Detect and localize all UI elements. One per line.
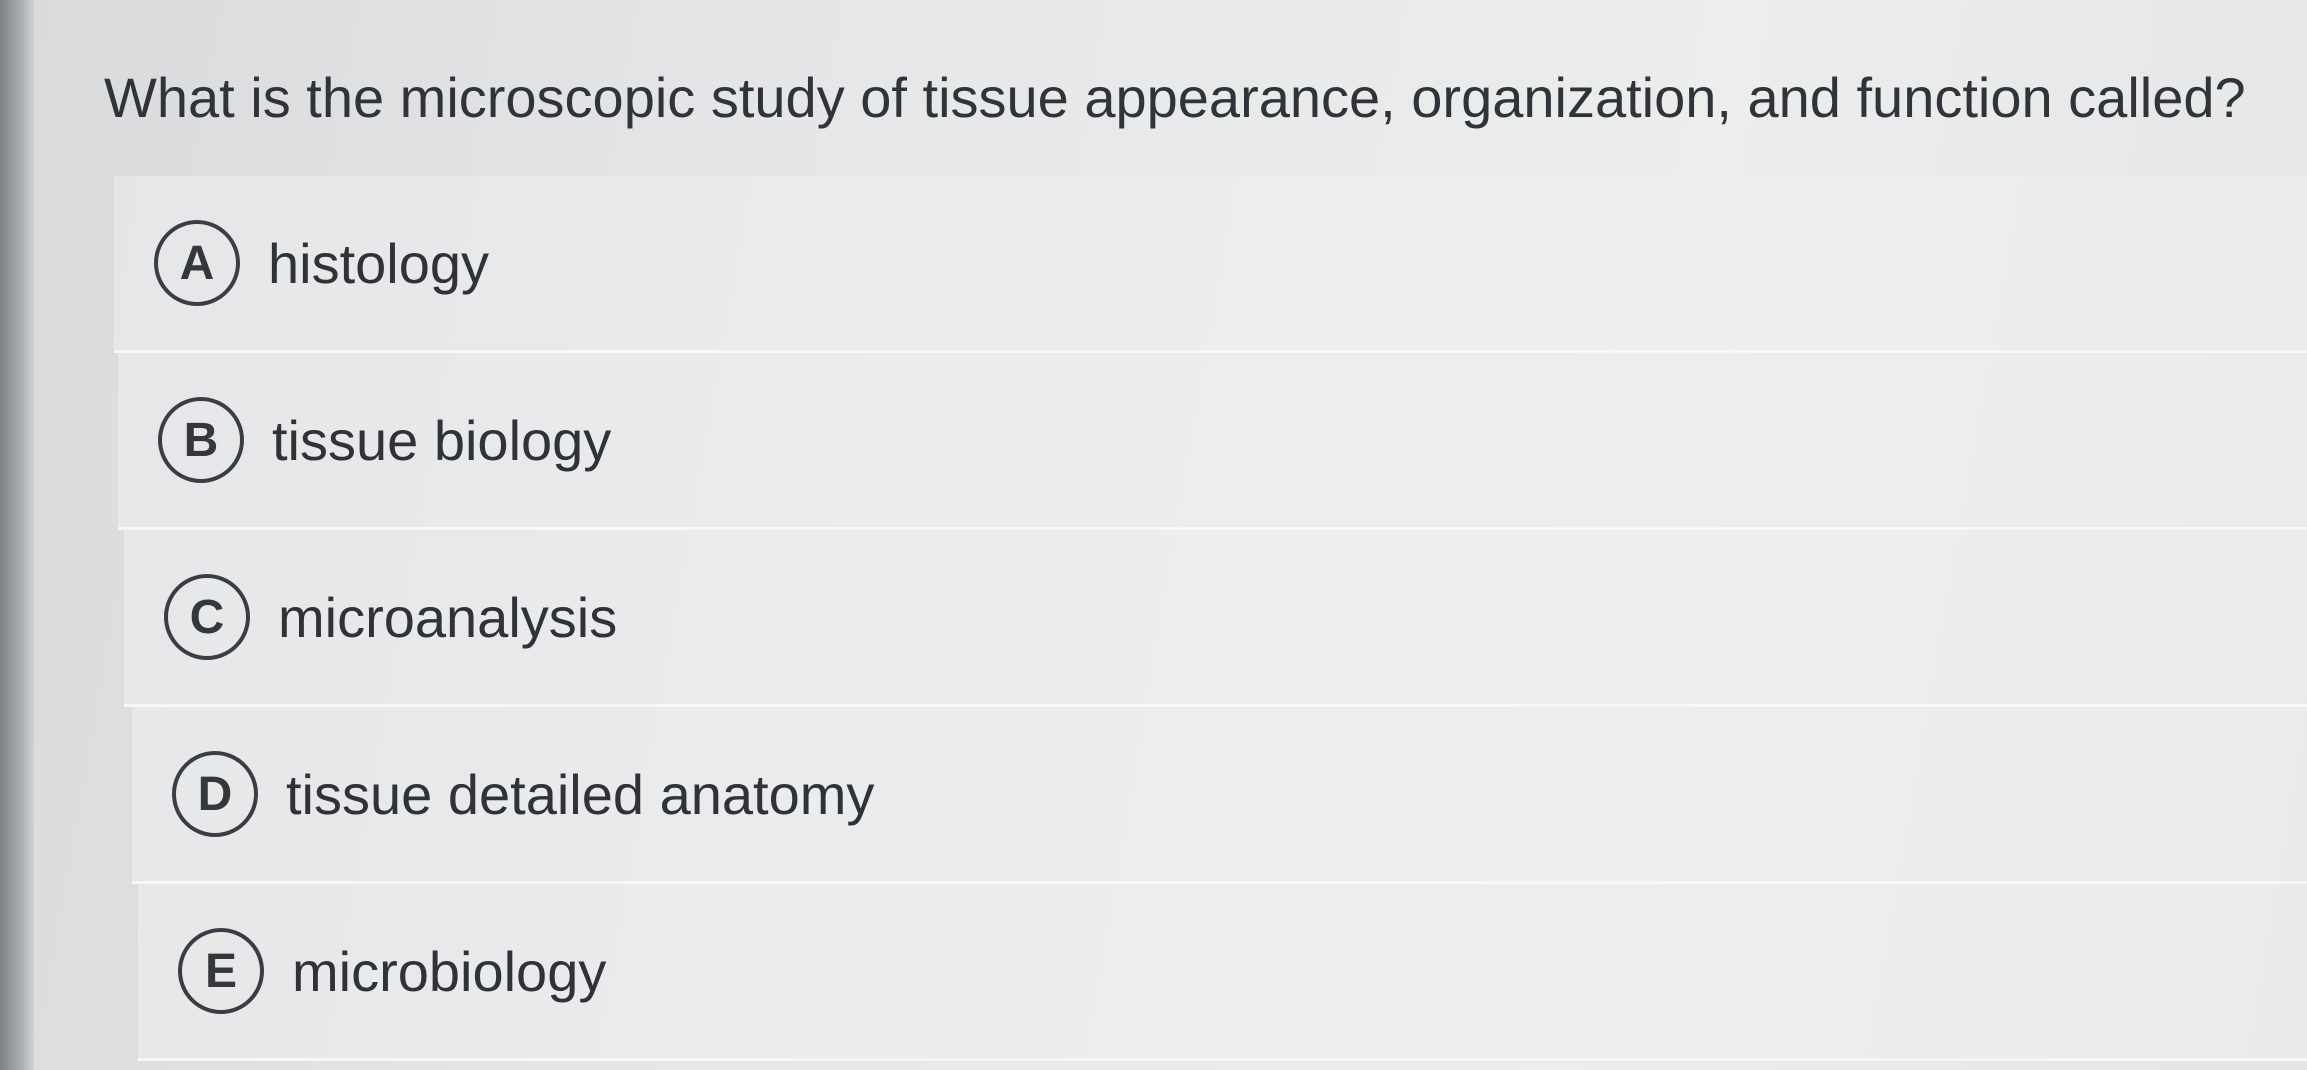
option-letter-badge: D [172, 751, 258, 837]
option-d[interactable]: D tissue detailed anatomy [132, 707, 2307, 884]
option-letter-badge: B [158, 397, 244, 483]
option-label: histology [268, 231, 490, 295]
screen-left-edge [0, 0, 34, 1070]
option-c[interactable]: C microanalysis [124, 530, 2307, 707]
option-letter-badge: A [154, 220, 240, 306]
option-label: microbiology [292, 939, 607, 1003]
answer-options-list: A histology B tissue biology C microanal… [114, 176, 2307, 1061]
option-b[interactable]: B tissue biology [118, 353, 2307, 530]
option-label: tissue detailed anatomy [286, 762, 875, 826]
option-label: microanalysis [278, 585, 618, 649]
option-e[interactable]: E microbiology [138, 884, 2307, 1061]
option-a[interactable]: A histology [114, 176, 2307, 353]
question-text: What is the microscopic study of tissue … [104, 66, 2246, 129]
option-letter-badge: C [164, 574, 250, 660]
option-label: tissue biology [272, 408, 612, 472]
option-letter-badge: E [178, 928, 264, 1014]
